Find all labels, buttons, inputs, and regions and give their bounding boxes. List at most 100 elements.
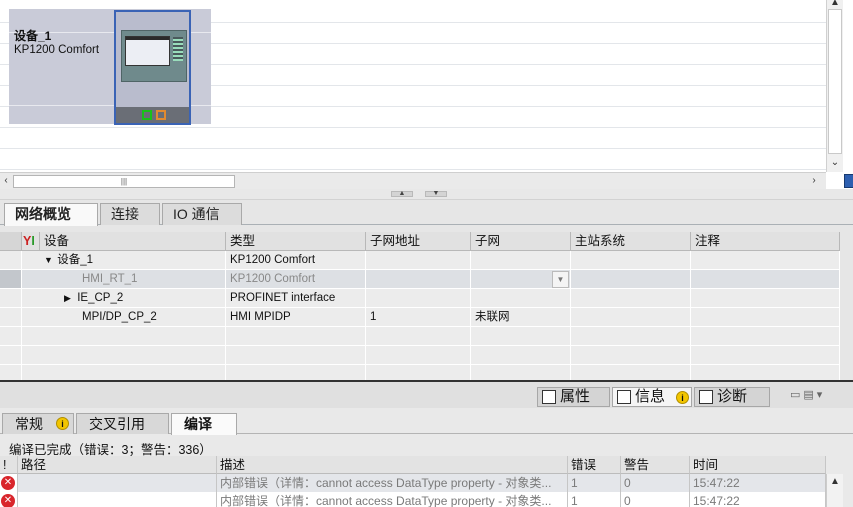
col-severity[interactable]: ! (0, 456, 18, 474)
empty-cell (571, 327, 691, 346)
row-selector[interactable] (0, 289, 22, 308)
mpi-port-icon[interactable] (156, 110, 166, 120)
properties-button[interactable]: 属性 (537, 387, 610, 407)
panel-ports (116, 107, 189, 123)
collapse-arrow-icon[interactable]: ▼ (44, 251, 54, 269)
hmi-panel-icon[interactable] (114, 10, 191, 125)
inspector-window: 属性 信息 i 诊断 ▭▤▾ 常规 i 交叉引用 编译 编译已完成（错误：3；警… (0, 382, 853, 507)
col-path[interactable]: 路径 (18, 456, 217, 474)
horizontal-scroll-thumb[interactable]: ||| (13, 175, 235, 188)
cell-subnet-address[interactable] (366, 289, 471, 308)
vertical-scroll-thumb[interactable] (828, 9, 842, 154)
empty-cell (366, 346, 471, 365)
cell-subnet-address[interactable]: 1 (366, 308, 471, 327)
tab-general[interactable]: 常规 i (2, 413, 74, 434)
path-cell (18, 474, 217, 492)
cell-subnet[interactable] (471, 251, 571, 270)
cell-master-system[interactable] (571, 308, 691, 327)
message-row[interactable]: ✕ 内部错误（详情：cannot access DataType propert… (0, 492, 826, 507)
cell-subnet[interactable]: 未联网 (471, 308, 571, 327)
right-strip (843, 0, 853, 172)
empty-cell (366, 327, 471, 346)
row-selector[interactable] (0, 251, 22, 270)
info-tabs: 常规 i 交叉引用 编译 (0, 412, 853, 435)
cell-comment[interactable] (691, 251, 840, 270)
row-header-corner (0, 232, 22, 251)
cell-comment[interactable] (691, 270, 840, 289)
expand-arrow-icon[interactable]: ▶ (64, 289, 74, 307)
tab-network-overview[interactable]: 网络概览 (4, 203, 98, 226)
scroll-right-icon[interactable]: › (806, 173, 822, 189)
cell-comment[interactable] (691, 289, 840, 308)
subnet-dropdown-arrow-icon[interactable]: ▼ (552, 271, 569, 288)
table-row[interactable]: ▼ 设备_1 KP1200 Comfort (0, 251, 840, 270)
table-header: YI 设备 类型 子网地址 子网 主站系统 注释 (0, 232, 840, 251)
cell-comment[interactable] (691, 308, 840, 327)
tab-connections[interactable]: 连接 (100, 203, 160, 225)
splitter-down-icon[interactable]: ▼ (425, 190, 447, 197)
col-subnet[interactable]: 子网 (471, 232, 571, 251)
profinet-port-icon[interactable] (142, 110, 152, 120)
row-selector[interactable] (0, 270, 22, 289)
col-time[interactable]: 时间 (690, 456, 826, 474)
table-row[interactable]: ▶ IE_CP_2 PROFINET interface (0, 289, 840, 308)
errors-cell: 1 (568, 492, 621, 507)
messages-header: ! 路径 描述 错误 警告 时间 (0, 456, 826, 474)
message-row[interactable]: ✕ 内部错误（详情：cannot access DataType propert… (0, 474, 826, 492)
zoom-navigator-icon[interactable] (844, 174, 853, 188)
cell-subnet-address[interactable] (366, 251, 471, 270)
cell-type: KP1200 Comfort (226, 270, 366, 289)
cell-subnet-address[interactable] (366, 270, 471, 289)
table-row[interactable]: HMI_RT_1 KP1200 Comfort ▼ (0, 270, 840, 289)
cell-device: ▼ 设备_1 (22, 251, 226, 270)
messages-vertical-scrollbar[interactable]: ▲ (826, 474, 843, 507)
col-warnings[interactable]: 警告 (621, 456, 690, 474)
cell-master-system[interactable] (571, 270, 691, 289)
cell-subnet[interactable] (471, 289, 571, 308)
severity-cell: ✕ (0, 474, 18, 492)
col-comment[interactable]: 注释 (691, 232, 840, 251)
col-master-system[interactable]: 主站系统 (571, 232, 691, 251)
error-icon: ✕ (1, 476, 15, 490)
empty-cell (471, 327, 571, 346)
scroll-down-icon[interactable]: ⌄ (827, 155, 843, 171)
network-view-horizontal-scrollbar[interactable]: ‹ ||| › (0, 172, 826, 189)
col-description[interactable]: 描述 (217, 456, 568, 474)
scroll-left-icon[interactable]: ‹ (0, 173, 14, 189)
col-subnet-address[interactable]: 子网地址 (366, 232, 471, 251)
view-splitter[interactable]: ▲ ▼ (0, 189, 853, 200)
tab-compile[interactable]: 编译 (171, 413, 237, 435)
scroll-up-icon[interactable]: ▲ (827, 474, 843, 490)
cell-master-system[interactable] (571, 289, 691, 308)
overview-tabs: 网络概览 连接 IO 通信 (0, 201, 853, 226)
cell-master-system[interactable] (571, 251, 691, 270)
info-button[interactable]: 信息 i (612, 387, 692, 407)
cell-device: HMI_RT_1 (22, 270, 226, 289)
inspector-toolbar: 属性 信息 i 诊断 ▭▤▾ (0, 382, 853, 408)
filter-tools-icon[interactable]: YI (22, 232, 40, 251)
network-view-canvas[interactable]: 设备_1 KP1200 Comfort (0, 0, 826, 172)
diagnostics-icon (699, 390, 713, 404)
tab-cross-references[interactable]: 交叉引用 (76, 413, 169, 434)
empty-cell (22, 327, 226, 346)
row-selector[interactable] (0, 308, 22, 327)
warnings-cell: 0 (621, 474, 690, 492)
col-type[interactable]: 类型 (226, 232, 366, 251)
splitter-up-icon[interactable]: ▲ (391, 190, 413, 197)
tab-io-communication[interactable]: IO 通信 (162, 203, 242, 225)
tia-portal-window: 设备_1 KP1200 Comfort ▲ ⌄ ‹ ||| › ▲ ▼ 网络概览… (0, 0, 853, 507)
cell-type: PROFINET interface (226, 289, 366, 308)
table-row[interactable]: MPI/DP_CP_2 HMI MPIDP 1 未联网 (0, 308, 840, 327)
col-errors[interactable]: 错误 (568, 456, 621, 474)
panel-keys (173, 37, 183, 61)
device-name: 设备_1 (14, 29, 52, 43)
window-controls[interactable]: ▭▤▾ (790, 388, 825, 401)
diagnostics-button[interactable]: 诊断 (694, 387, 770, 407)
properties-icon (542, 390, 556, 404)
empty-cell (22, 346, 226, 365)
cell-device: MPI/DP_CP_2 (22, 308, 226, 327)
col-device[interactable]: 设备 (40, 232, 226, 251)
empty-row (0, 327, 840, 346)
time-cell: 15:47:22 (690, 474, 826, 492)
network-view-vertical-scrollbar[interactable]: ▲ ⌄ (826, 0, 843, 172)
